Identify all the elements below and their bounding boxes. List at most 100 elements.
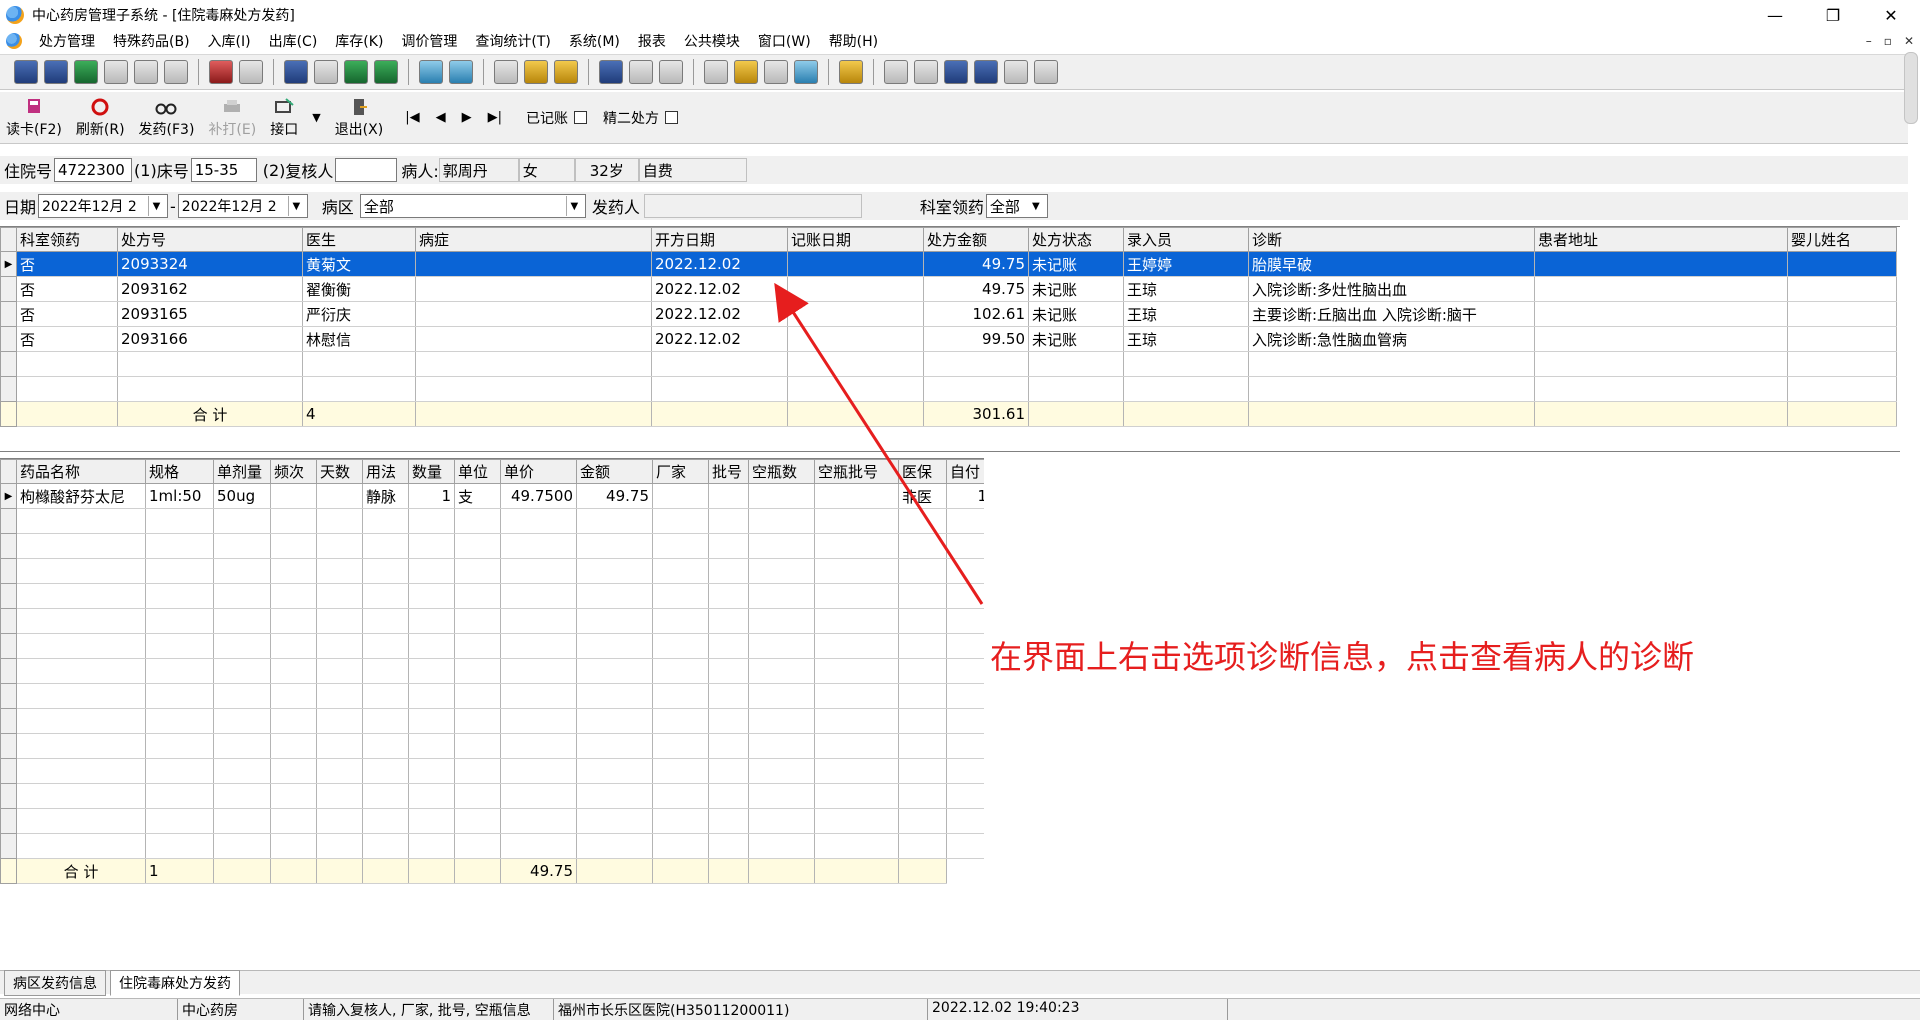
empty-cell[interactable] [748,683,815,709]
empty-cell[interactable] [500,733,577,759]
empty-cell[interactable] [748,508,815,534]
empty-cell[interactable] [270,533,317,559]
cell-amount[interactable]: 49.75 [576,483,653,509]
empty-cell[interactable] [576,633,653,659]
empty-cell[interactable] [576,758,653,784]
cell-batch[interactable] [708,483,749,509]
empty-cell[interactable] [576,683,653,709]
empty-cell[interactable] [270,758,317,784]
dispenser-field[interactable] [643,194,862,218]
cell-condition[interactable] [415,301,652,327]
cell-rx-amount[interactable]: 49.75 [923,276,1029,302]
empty-cell[interactable] [316,733,363,759]
total-cell[interactable] [708,858,749,884]
restore-button[interactable]: ❐ [1804,0,1862,30]
row-indicator[interactable] [0,508,17,534]
empty-cell[interactable] [500,783,577,809]
cell-rx-amount[interactable]: 49.75 [923,251,1029,277]
empty-cell[interactable] [748,533,815,559]
total-cell[interactable] [1028,401,1124,427]
vertical-scrollbar[interactable] [1904,52,1918,124]
empty-cell[interactable] [748,758,815,784]
cell-empty-count[interactable] [748,483,815,509]
empty-cell[interactable] [16,633,146,659]
row-indicator[interactable] [0,633,17,659]
split-view-icon[interactable] [944,60,968,84]
empty-cell[interactable] [652,833,709,859]
empty-cell[interactable] [454,808,501,834]
interface-button[interactable]: 接口 [270,97,298,139]
cell-rx-amount[interactable]: 99.50 [923,326,1029,352]
empty-cell[interactable] [270,833,317,859]
empty-cell[interactable] [814,508,899,534]
cell-rx-date[interactable]: 2022.12.02 [651,276,788,302]
col-self-pay[interactable]: 自付 [946,459,984,484]
col-empty-batch[interactable]: 空瓶批号 [814,459,899,484]
empty-cell[interactable] [145,708,214,734]
empty-cell[interactable] [748,608,815,634]
empty-cell[interactable] [652,633,709,659]
col-usage[interactable]: 用法 [362,459,409,484]
drug-row[interactable]: ▶枸橼酸舒芬太尼1ml:5050ug静脉1支49.750049.75非医1 [0,483,984,509]
empty-cell[interactable] [145,508,214,534]
empty-cell[interactable] [145,533,214,559]
empty-cell[interactable] [454,833,501,859]
map-icon[interactable] [794,60,818,84]
col-entered-by[interactable]: 录入员 [1123,227,1249,252]
cell-entered-by[interactable]: 王婷婷 [1123,251,1249,277]
row-indicator[interactable] [0,376,17,402]
cell-address[interactable] [1534,301,1788,327]
menu-inventory[interactable]: 库存(K) [326,31,392,51]
empty-cell[interactable] [454,683,501,709]
next-record-button[interactable]: ▶ [462,110,472,125]
cell-frequency[interactable] [270,483,317,509]
cell-rx-status[interactable]: 未记账 [1028,251,1124,277]
empty-cell[interactable] [748,808,815,834]
cell-entered-by[interactable]: 王琼 [1123,301,1249,327]
menu-stock-out[interactable]: 出库(C) [260,31,327,51]
list-check-icon[interactable] [1004,60,1028,84]
cell-unit[interactable]: 支 [454,483,501,509]
row-indicator[interactable] [0,658,17,684]
empty-cell[interactable] [923,376,1029,402]
cell-book-date[interactable] [787,251,924,277]
total-cell[interactable] [576,858,653,884]
col-amount[interactable]: 金额 [576,459,653,484]
total-cell[interactable] [748,858,815,884]
total-cell[interactable] [362,858,409,884]
empty-cell[interactable] [814,758,899,784]
empty-cell[interactable] [576,658,653,684]
empty-cell[interactable] [145,683,214,709]
row-indicator[interactable] [0,683,17,709]
empty-cell[interactable] [652,558,709,584]
empty-cell[interactable] [500,583,577,609]
total-cell[interactable] [1534,401,1788,427]
gear-icon[interactable] [884,60,908,84]
col-doctor[interactable]: 医生 [302,227,416,252]
empty-cell[interactable] [454,733,501,759]
interface-dropdown-icon[interactable]: ▼ [312,111,320,124]
empty-cell[interactable] [708,733,749,759]
empty-cell[interactable] [362,708,409,734]
cell-baby-name[interactable] [1787,276,1897,302]
empty-cell[interactable] [652,533,709,559]
empty-cell[interactable] [316,758,363,784]
cell-insurance[interactable]: 非医 [898,483,947,509]
empty-cell[interactable] [898,558,947,584]
empty-cell[interactable] [576,808,653,834]
empty-cell[interactable] [454,558,501,584]
minimize-button[interactable]: — [1746,0,1804,30]
total-cell[interactable] [814,858,899,884]
empty-cell[interactable] [408,633,455,659]
empty-cell[interactable] [946,733,984,759]
row-indicator[interactable] [0,608,17,634]
empty-cell[interactable] [316,508,363,534]
empty-cell[interactable] [814,533,899,559]
col-batch[interactable]: 批号 [708,459,749,484]
cell-rx-date[interactable]: 2022.12.02 [651,301,788,327]
empty-cell[interactable] [1123,376,1249,402]
row-indicator[interactable] [0,733,17,759]
chevron-down-icon[interactable]: ▼ [565,196,582,216]
col-empty-count[interactable]: 空瓶数 [748,459,815,484]
cell-quantity[interactable]: 1 [408,483,455,509]
